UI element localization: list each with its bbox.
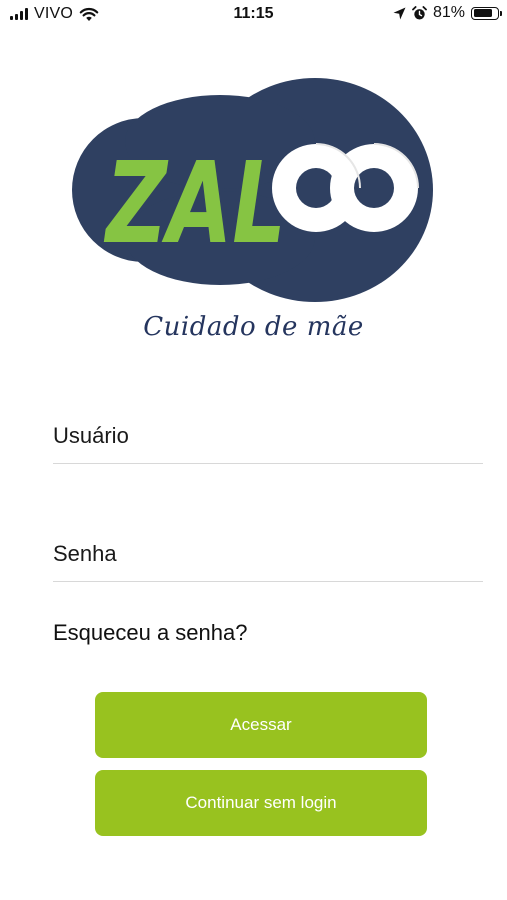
username-field-container: [53, 418, 483, 464]
logo-tagline: Cuidado de mãe: [143, 312, 364, 342]
logo-graphic: ZAL: [72, 78, 433, 302]
battery-fill: [473, 9, 493, 17]
login-button[interactable]: Acessar: [95, 692, 427, 758]
logo-text-zal: ZAL: [104, 139, 286, 269]
status-right: 81%: [393, 4, 502, 22]
password-input[interactable]: [53, 536, 483, 572]
username-input[interactable]: [53, 418, 483, 454]
forgot-password-link[interactable]: Esqueceu a senha?: [53, 620, 248, 646]
status-bar: VIVO 11:15 81%: [0, 0, 507, 30]
location-arrow-icon: [393, 7, 406, 19]
password-field-container: [53, 536, 483, 582]
battery-icon: [471, 6, 502, 20]
continue-without-login-button[interactable]: Continuar sem login: [95, 770, 427, 836]
alarm-icon: [412, 5, 427, 19]
battery-percent: 81%: [432, 4, 465, 21]
logo-rings: [272, 143, 419, 232]
